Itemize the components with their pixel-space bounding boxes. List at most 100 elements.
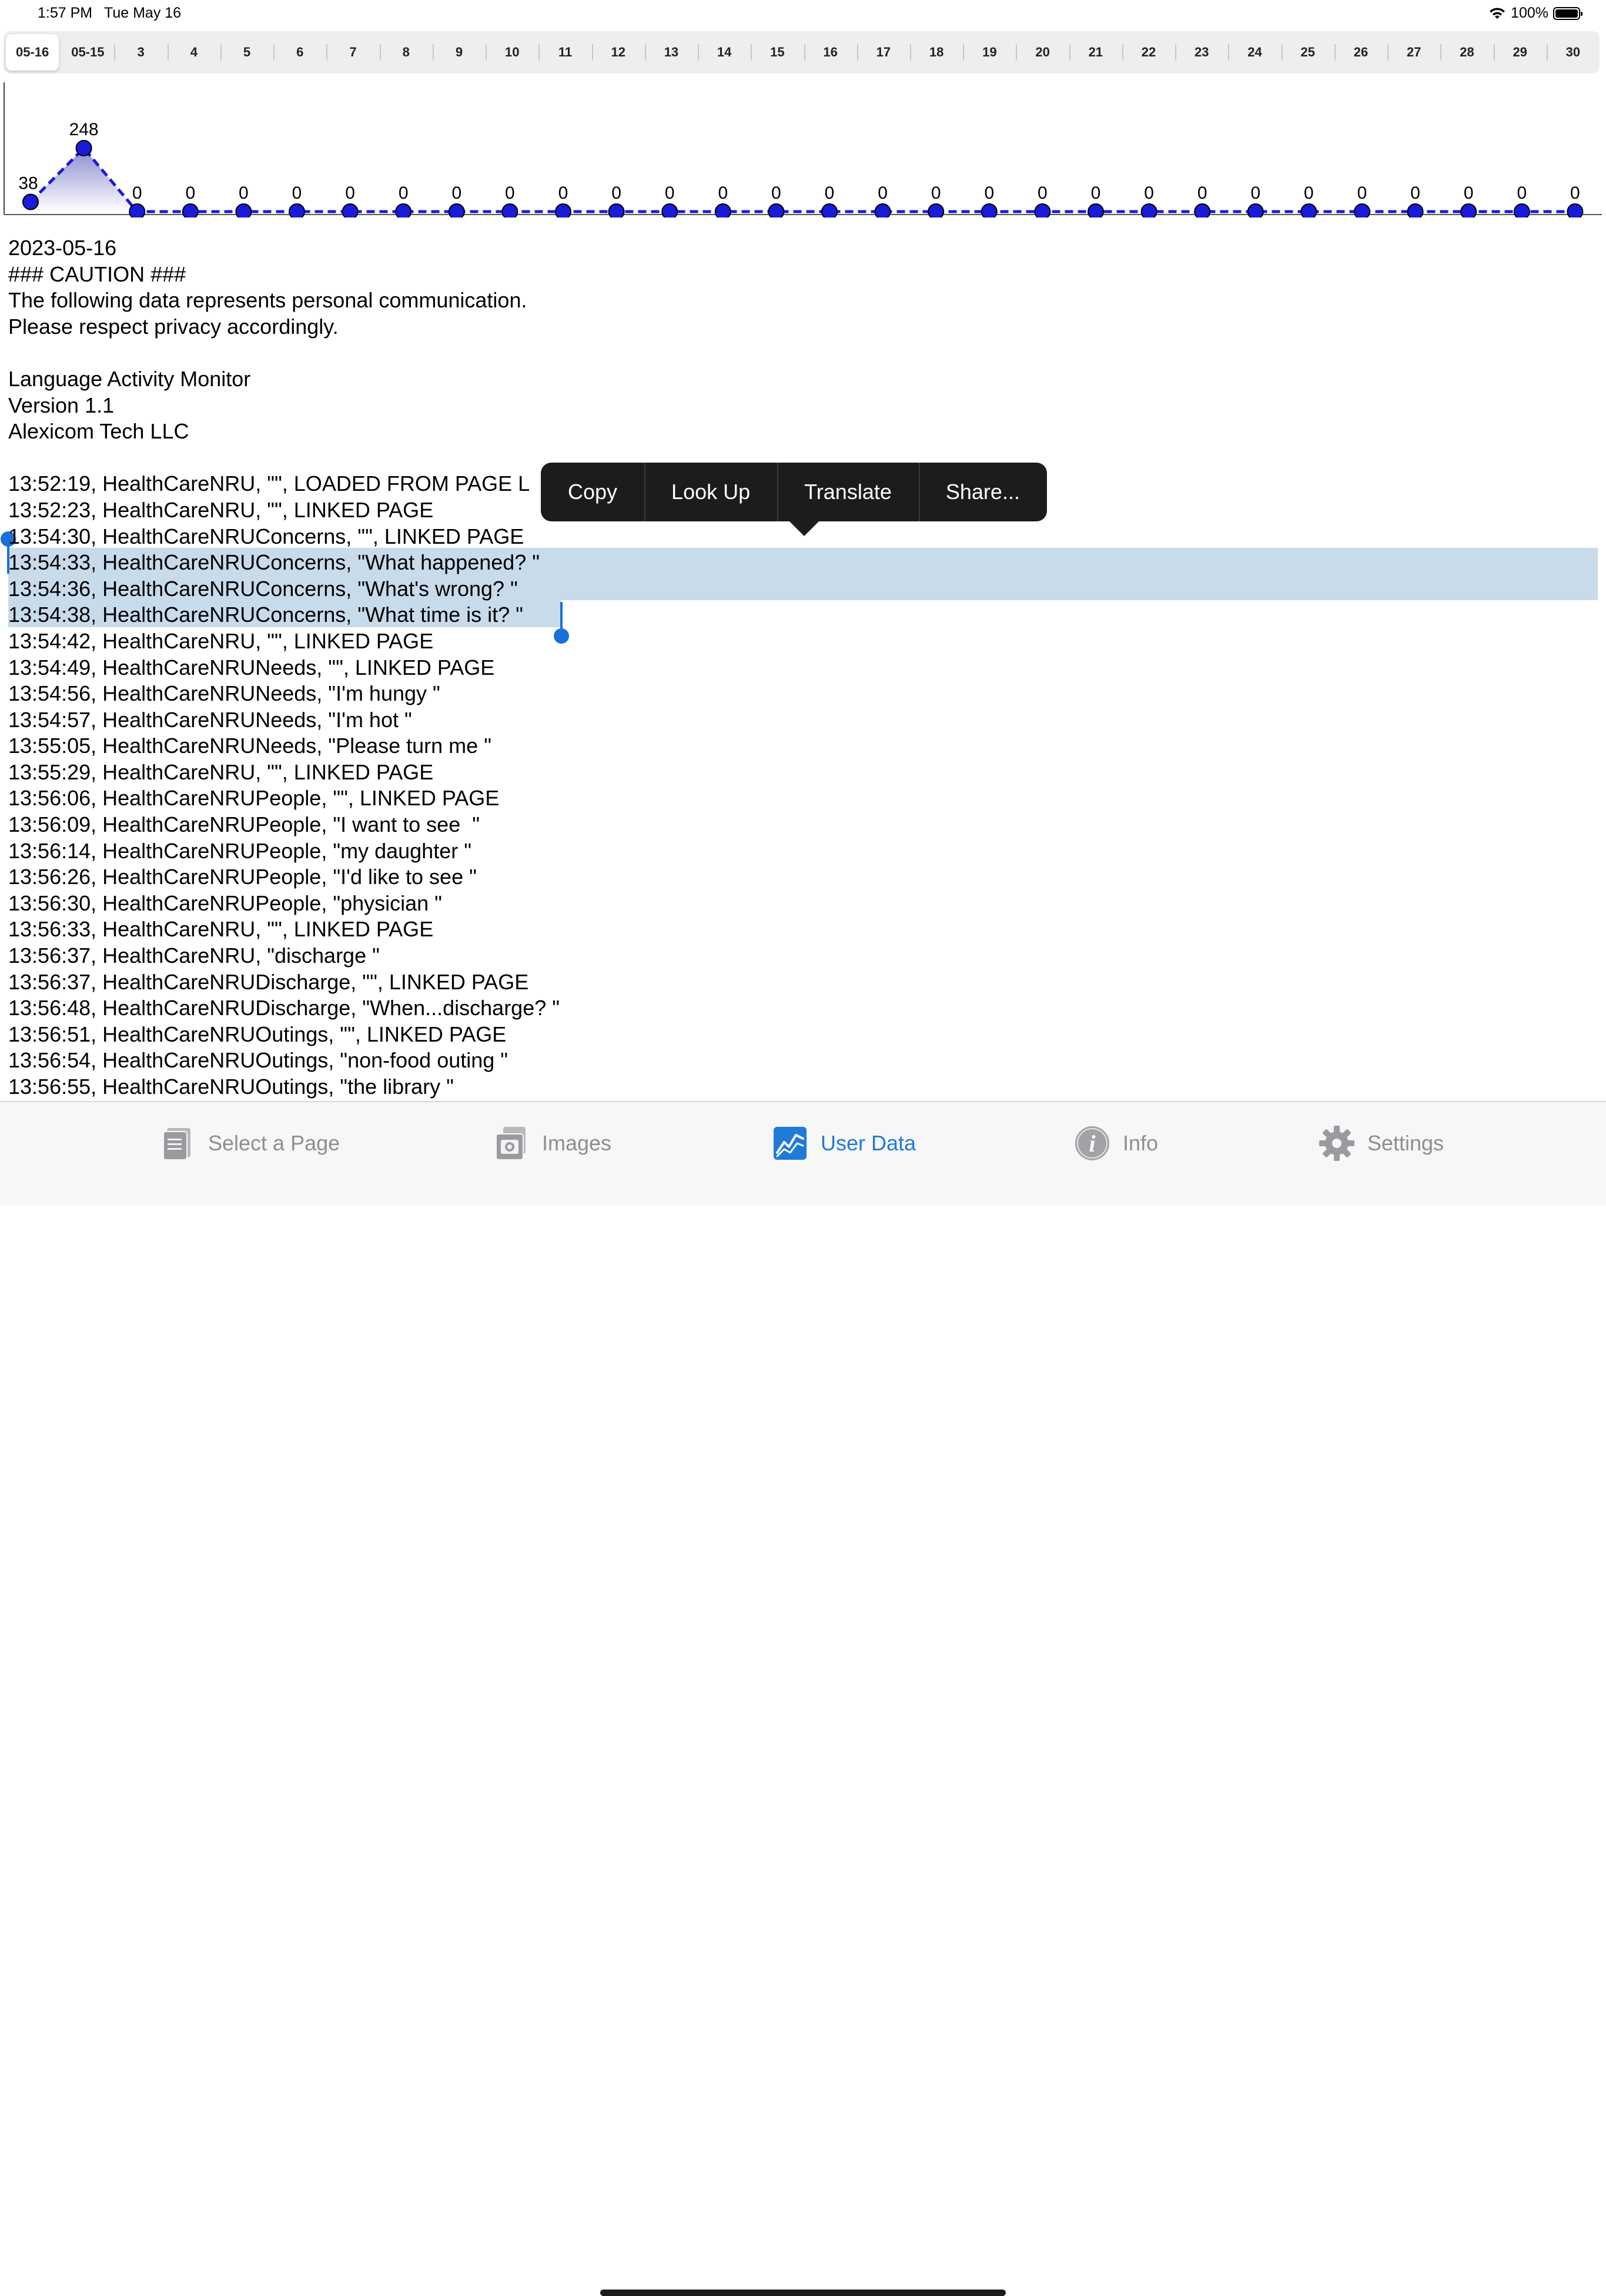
home-indicator[interactable] bbox=[600, 2290, 1006, 2296]
log-entry: 13:56:55, HealthCareNRUOutings, "the lib… bbox=[8, 1075, 454, 1099]
log-entry: 13:55:05, HealthCareNRUNeeds, "Please tu… bbox=[8, 734, 491, 758]
day-segment[interactable]: 05-16 bbox=[6, 34, 59, 71]
log-entry: 13:56:30, HealthCareNRUPeople, "physicia… bbox=[8, 891, 442, 915]
day-segment[interactable]: 23 bbox=[1175, 31, 1228, 73]
menu-look-up[interactable]: Look Up bbox=[644, 463, 777, 521]
wifi-icon bbox=[1490, 7, 1505, 19]
chart-point bbox=[289, 203, 305, 217]
chart-point bbox=[501, 203, 518, 217]
day-segment[interactable]: 22 bbox=[1122, 31, 1175, 73]
gear-icon bbox=[1319, 1126, 1354, 1161]
day-segment[interactable]: 10 bbox=[486, 31, 538, 73]
chart-point bbox=[1460, 203, 1477, 217]
edit-context-menu: Copy Look Up Translate Share... bbox=[541, 463, 1047, 521]
day-segment[interactable]: 13 bbox=[644, 31, 698, 73]
chart-data-label: 0 bbox=[1144, 183, 1154, 203]
tab-label: Info bbox=[1123, 1131, 1159, 1155]
chart-point bbox=[1567, 203, 1584, 217]
tab-settings[interactable]: Settings bbox=[1318, 1120, 1444, 1167]
log-header-line: Alexicom Tech LLC bbox=[8, 419, 189, 444]
chart-data-label: 0 bbox=[1197, 183, 1207, 203]
battery-percent: 100% bbox=[1511, 5, 1548, 21]
status-indicators: 100% bbox=[1488, 5, 1582, 22]
day-segment[interactable]: 27 bbox=[1387, 31, 1440, 73]
day-segment[interactable]: 18 bbox=[909, 31, 963, 73]
log-entry: 13:52:23, HealthCareNRU, "", LINKED PAGE bbox=[8, 497, 434, 522]
chart-point bbox=[1354, 203, 1370, 217]
tab-user-data[interactable]: User Data bbox=[771, 1120, 916, 1167]
chart-point bbox=[768, 203, 785, 217]
chart-point bbox=[342, 203, 359, 217]
day-segment[interactable]: 11 bbox=[538, 31, 591, 73]
chart-data-label: 0 bbox=[1250, 183, 1260, 203]
day-segment[interactable]: 4 bbox=[167, 31, 220, 73]
chart-data-label: 0 bbox=[399, 183, 409, 203]
chart-data-label: 0 bbox=[185, 183, 195, 203]
chart-point bbox=[1088, 203, 1104, 217]
chart-point bbox=[1247, 203, 1264, 217]
chart-data-label: 0 bbox=[132, 183, 142, 203]
user-data-log[interactable]: 2023-05-16 ### CAUTION ### The following d… bbox=[8, 235, 560, 1100]
day-segment[interactable]: 15 bbox=[751, 31, 804, 73]
log-entry: 13:56:06, HealthCareNRUPeople, "", LINKE… bbox=[8, 786, 500, 811]
day-segment[interactable]: 30 bbox=[1546, 31, 1600, 73]
chart-data-label: 0 bbox=[771, 183, 781, 203]
day-segment[interactable]: 21 bbox=[1069, 31, 1122, 73]
day-segment[interactable]: 20 bbox=[1016, 31, 1069, 73]
svg-text:i: i bbox=[1089, 1130, 1095, 1157]
chart-point bbox=[555, 203, 571, 217]
battery-icon bbox=[1553, 6, 1582, 20]
day-segment[interactable]: 5 bbox=[220, 31, 273, 73]
chart-point bbox=[235, 203, 252, 217]
log-entry: 13:56:37, HealthCareNRU, "discharge " bbox=[8, 943, 380, 968]
selection-end-handle[interactable] bbox=[560, 602, 563, 631]
chart-data-label: 0 bbox=[292, 183, 302, 203]
menu-translate[interactable]: Translate bbox=[777, 463, 919, 521]
chart-data-label: 0 bbox=[1570, 183, 1580, 203]
log-header-line: Version 1.1 bbox=[8, 393, 115, 417]
log-entry: 13:55:29, HealthCareNRU, "", LINKED PAGE bbox=[8, 759, 434, 784]
chart-point bbox=[1300, 203, 1317, 217]
status-bar: 1:57 PM Tue May 16 100% bbox=[0, 0, 1606, 28]
log-entry: 13:56:37, HealthCareNRUDischarge, "", LI… bbox=[8, 969, 529, 994]
day-segment[interactable]: 17 bbox=[856, 31, 910, 73]
day-segment[interactable]: 9 bbox=[432, 31, 486, 73]
chart-point bbox=[981, 203, 998, 217]
menu-share[interactable]: Share... bbox=[918, 463, 1047, 521]
day-segment[interactable]: 29 bbox=[1493, 31, 1547, 73]
tab-images[interactable]: Images bbox=[493, 1120, 611, 1167]
day-segment[interactable]: 28 bbox=[1440, 31, 1493, 73]
images-icon bbox=[496, 1127, 526, 1160]
log-header-line: Please respect privacy accordingly. bbox=[8, 314, 339, 339]
day-segment[interactable]: 14 bbox=[698, 31, 751, 73]
log-entry: 13:54:33, HealthCareNRUConcerns, "What h… bbox=[8, 550, 540, 575]
day-segment[interactable]: 26 bbox=[1334, 31, 1387, 73]
day-segment[interactable]: 25 bbox=[1281, 31, 1334, 73]
day-segment[interactable]: 05-15 bbox=[61, 31, 114, 73]
day-segment[interactable]: 6 bbox=[273, 31, 326, 73]
day-segment[interactable]: 24 bbox=[1228, 31, 1281, 73]
chart-point bbox=[821, 203, 838, 217]
log-entry: 13:54:30, HealthCareNRUConcerns, "", LIN… bbox=[8, 524, 524, 548]
chart-point bbox=[1140, 203, 1157, 217]
chart-point bbox=[608, 203, 625, 217]
day-segment[interactable]: 12 bbox=[591, 31, 645, 73]
menu-copy[interactable]: Copy bbox=[541, 463, 644, 521]
chart-data-label: 38 bbox=[18, 173, 38, 193]
chart-data-label: 0 bbox=[558, 183, 568, 203]
chart-data-label: 0 bbox=[1410, 183, 1420, 203]
chart-data-label: 0 bbox=[984, 183, 994, 203]
day-segment[interactable]: 7 bbox=[326, 31, 379, 73]
log-entry: 13:56:09, HealthCareNRUPeople, "I want t… bbox=[8, 812, 480, 837]
day-segmented-control[interactable]: 05-16 05-15 3 4 5 6 7 8 9 10 11 12 13 14 15 16 17 18 19 20 2… bbox=[4, 31, 1600, 73]
chart-data-label: 0 bbox=[878, 183, 888, 203]
chart-point bbox=[22, 193, 39, 210]
tab-info[interactable]: i Info bbox=[1073, 1120, 1158, 1167]
tab-select-a-page[interactable]: Select a Page bbox=[159, 1120, 340, 1167]
day-segment[interactable]: 16 bbox=[804, 31, 857, 73]
tab-label: Settings bbox=[1367, 1131, 1444, 1155]
day-segment[interactable]: 3 bbox=[114, 31, 167, 73]
log-entry: 13:56:14, HealthCareNRUPeople, "my daugh… bbox=[8, 838, 471, 863]
day-segment[interactable]: 8 bbox=[379, 31, 433, 73]
day-segment[interactable]: 19 bbox=[963, 31, 1016, 73]
